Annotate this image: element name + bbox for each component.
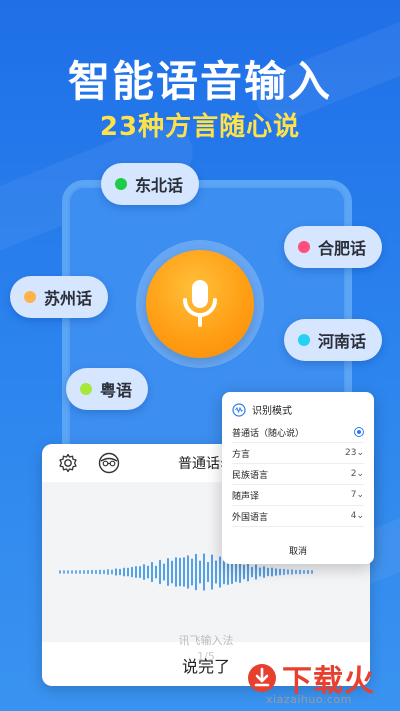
green-dot-icon — [115, 178, 127, 190]
avatar-glasses-icon[interactable] — [98, 452, 120, 474]
chevron-down-icon: ⌄ — [356, 469, 364, 479]
waveform-badge-icon — [232, 402, 246, 417]
mode-row-mandarin[interactable]: 普通话（随心说） — [232, 422, 364, 443]
popup-cancel-button[interactable]: 取消 — [222, 544, 374, 557]
mode-label: 民族语言 — [232, 470, 269, 481]
chevron-down-icon: ⌄ — [356, 511, 364, 521]
mode-row-foreign[interactable]: 外国语言 4⌄ — [232, 506, 364, 527]
page-subtitle: 23种方言随心说 — [99, 112, 301, 142]
mode-label: 随声译 — [232, 491, 260, 502]
mode-label: 外国语言 — [232, 512, 269, 523]
microphone-icon — [183, 280, 217, 327]
recognition-mode-popup: 识别模式 普通话（随心说） 方言 23⌄ 民族语言 2⌄ 随声译 7⌄ 外国语言… — [222, 392, 374, 564]
dialect-pill-suzhou[interactable]: 苏州话 — [10, 276, 109, 318]
language-selector[interactable]: 普通话› — [178, 453, 226, 473]
dialect-pill-hefei[interactable]: 合肥话 — [284, 226, 383, 268]
dialect-pill-dongbei[interactable]: 东北话 — [101, 163, 200, 205]
cyan-dot-icon — [298, 334, 310, 346]
mode-row-translate[interactable]: 随声译 7⌄ — [232, 485, 364, 506]
popup-header: 识别模式 — [232, 402, 292, 417]
mode-row-ethnic[interactable]: 民族语言 2⌄ — [232, 464, 364, 485]
mode-label: 方言 — [232, 449, 251, 460]
watermark-url: xiazaihuo.com — [266, 693, 352, 706]
dialect-label: 粤语 — [100, 381, 133, 400]
mode-label: 普通话（随心说） — [232, 428, 305, 439]
microphone-button[interactable] — [146, 250, 254, 358]
lime-dot-icon — [80, 383, 92, 395]
mode-count: 23 — [345, 448, 357, 458]
dialect-pill-cantonese[interactable]: 粤语 — [66, 368, 149, 410]
language-selector-label: 普通话 — [178, 456, 220, 472]
dialect-pill-henan[interactable]: 河南话 — [284, 319, 383, 361]
mode-row-dialect[interactable]: 方言 23⌄ — [232, 443, 364, 464]
pink-dot-icon — [298, 241, 310, 253]
dialect-label: 东北话 — [135, 176, 184, 195]
dialect-label: 合肥话 — [318, 239, 367, 258]
dialect-label: 苏州话 — [44, 289, 93, 308]
orange-dot-icon — [24, 291, 36, 303]
dialect-label: 河南话 — [318, 332, 367, 351]
chevron-down-icon: ⌄ — [356, 448, 364, 458]
radio-selected-icon[interactable] — [354, 427, 364, 437]
chevron-down-icon: ⌄ — [356, 490, 364, 500]
download-flame-icon — [248, 664, 276, 692]
popup-title: 识别模式 — [252, 406, 292, 417]
settings-gear-icon[interactable] — [58, 453, 78, 473]
page-title: 智能语音输入 — [67, 57, 332, 106]
